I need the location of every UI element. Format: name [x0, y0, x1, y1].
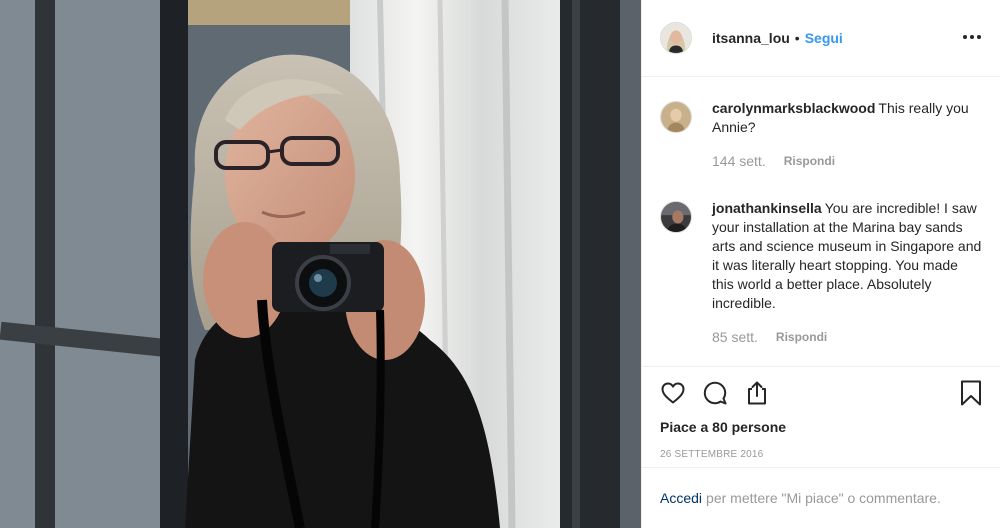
comment-username[interactable]: jonathankinsella [712, 200, 822, 216]
commenter-avatar[interactable] [660, 101, 692, 133]
post-photo[interactable] [0, 0, 641, 528]
follow-button[interactable]: Segui [805, 30, 843, 46]
comment-icon [703, 381, 727, 405]
likes-count[interactable]: Piace a 80 persone [642, 419, 1000, 439]
header-separator: • [794, 30, 800, 46]
bookmark-icon [961, 380, 981, 406]
comment-timestamp[interactable]: 85 sett. [712, 329, 758, 345]
like-button[interactable] [660, 380, 686, 406]
comment-text: jonathankinsella You are incredible! I sa… [712, 199, 982, 313]
save-button[interactable] [960, 380, 982, 406]
post-actions-section: Piace a 80 persone 26 SETTEMBRE 2016 [642, 366, 1000, 460]
reply-button[interactable]: Rispondi [776, 330, 827, 344]
share-button[interactable] [744, 380, 770, 406]
login-prompt: Accedi per mettere "Mi piace" o commenta… [642, 467, 1000, 528]
post-sidebar: itsanna_lou • Segui carolynmarksblackwoo… [641, 0, 1000, 528]
comment-username[interactable]: carolynmarksblackwood [712, 100, 875, 116]
post-date[interactable]: 26 SETTEMBRE 2016 [642, 439, 1000, 460]
comment-message: You are incredible! I saw your installat… [712, 200, 982, 311]
login-prompt-text: per mettere "Mi piace" o commentare. [706, 490, 941, 506]
post-header: itsanna_lou • Segui [642, 0, 1000, 77]
more-options-icon[interactable] [962, 30, 982, 44]
author-avatar-image [661, 23, 691, 53]
comment-timestamp[interactable]: 144 sett. [712, 153, 766, 169]
comment-text: carolynmarksblackwood This really you Ann… [712, 99, 982, 137]
photo-illustration [0, 0, 641, 528]
commenter-avatar[interactable] [660, 201, 692, 233]
share-icon [748, 381, 766, 405]
comment-item: carolynmarksblackwood This really you Ann… [660, 99, 984, 169]
author-username[interactable]: itsanna_lou [712, 30, 790, 46]
comment-item: jonathankinsella You are incredible! I sa… [660, 199, 984, 345]
commenter-avatar-image [661, 202, 691, 232]
comment-button[interactable] [702, 380, 728, 406]
reply-button[interactable]: Rispondi [784, 154, 835, 168]
action-bar [642, 367, 1000, 419]
author-avatar[interactable] [660, 22, 692, 54]
comments-list: carolynmarksblackwood This really you Ann… [642, 77, 1000, 365]
heart-icon [661, 382, 685, 404]
commenter-avatar-image [661, 102, 691, 132]
login-link[interactable]: Accedi [660, 490, 702, 506]
